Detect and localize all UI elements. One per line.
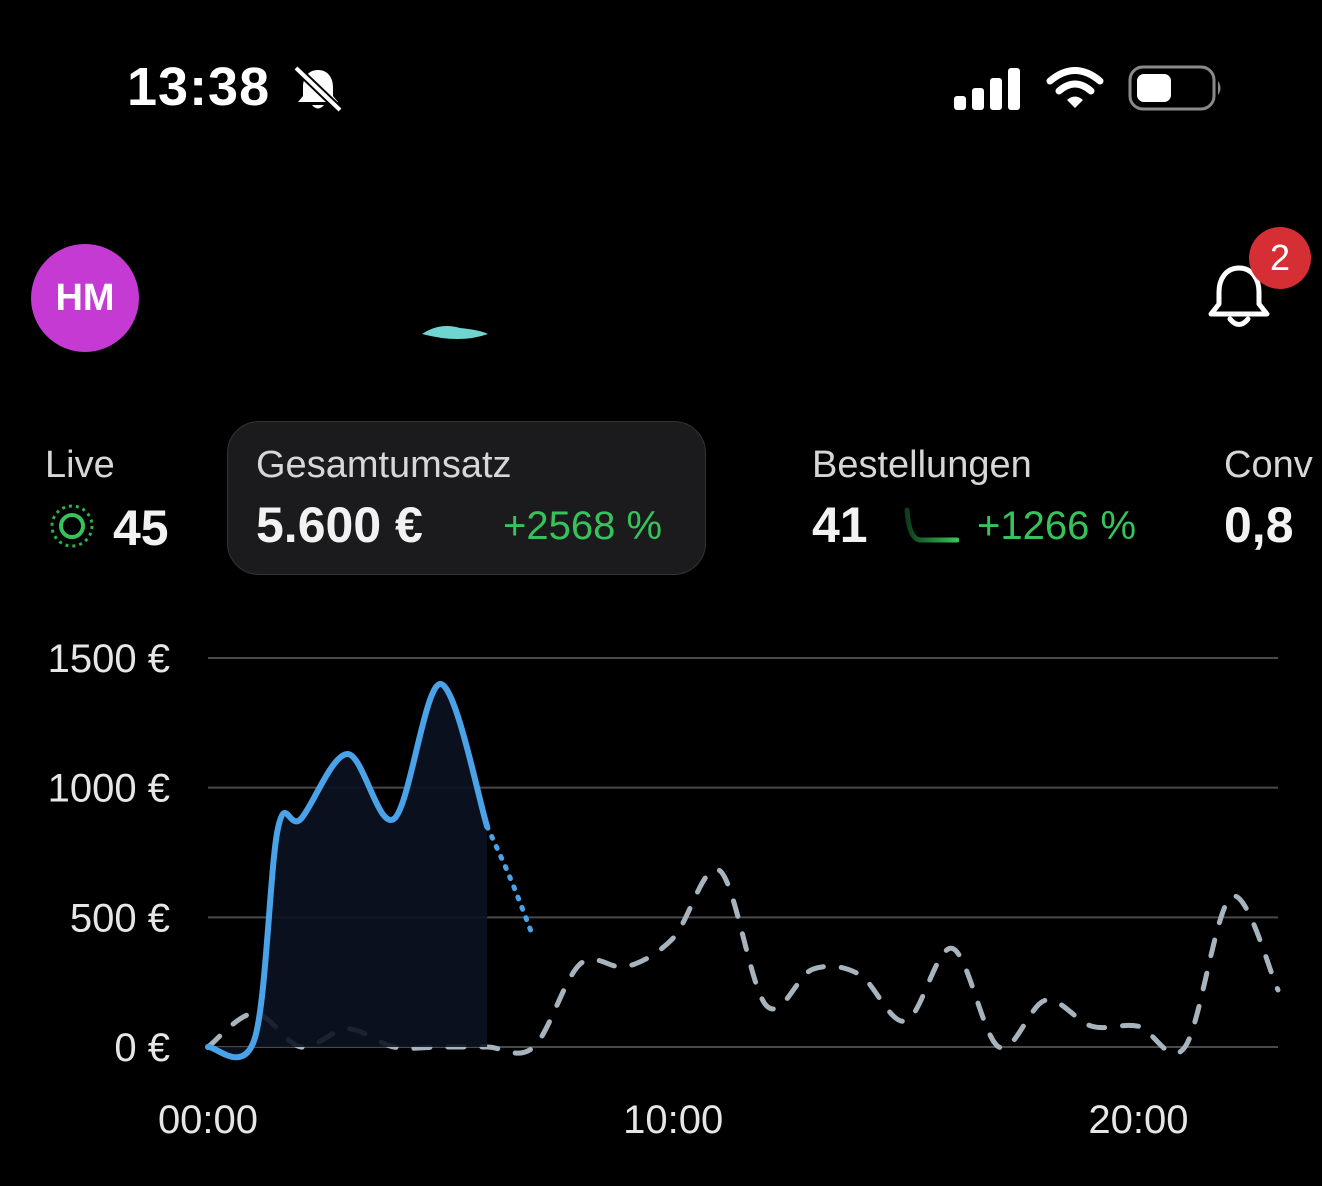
battery-icon — [1128, 65, 1221, 111]
sales-series-area — [208, 683, 488, 1058]
y-tick-label: 1500 € — [48, 637, 170, 681]
x-tick-label: 10:00 — [623, 1098, 723, 1142]
live-visitors-value: 45 — [113, 500, 169, 556]
y-tick-label: 1000 € — [48, 767, 170, 811]
orders-sparkline — [904, 507, 959, 543]
orders-label[interactable]: Bestellungen — [812, 444, 1032, 487]
y-tick-label: 0 € — [114, 1026, 170, 1070]
status-time: 13:38 — [127, 57, 271, 117]
orders-change: +1266 % — [977, 504, 1137, 548]
avatar[interactable]: HM — [31, 244, 139, 352]
x-tick-label: 00:00 — [158, 1098, 258, 1142]
total-sales-value: 5.600 € — [256, 497, 423, 553]
y-tick-label: 500 € — [70, 896, 170, 940]
bell-slash-icon — [293, 66, 343, 112]
conversion-value: 0,8 — [1224, 497, 1294, 553]
conversion-label[interactable]: Conv — [1224, 444, 1313, 487]
live-label: Live — [45, 444, 115, 486]
live-pulse-icon — [50, 504, 94, 548]
total-sales-label: Gesamtumsatz — [256, 444, 512, 486]
total-sales-change: +2568 % — [503, 504, 663, 548]
signal-icon — [954, 68, 1020, 110]
orders-value: 41 — [812, 497, 868, 553]
wifi-icon — [1046, 67, 1104, 108]
app-logo-icon — [422, 326, 488, 339]
sales-series-projection — [484, 824, 537, 941]
notification-badge: 2 — [1249, 227, 1311, 289]
x-tick-label: 20:00 — [1088, 1098, 1188, 1142]
sales-chart[interactable]: 0 € 500 € 1000 € 1500 € 00:00 10:00 20:00 — [0, 620, 1322, 1150]
